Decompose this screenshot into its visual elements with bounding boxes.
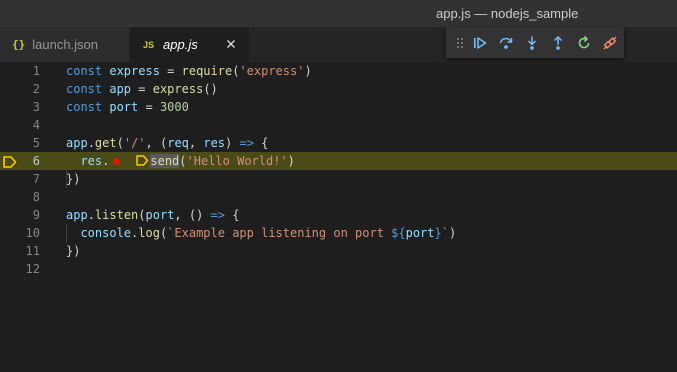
tab-label: launch.json — [32, 37, 99, 52]
current-execution-line: 6 res. send('Hello World!') — [0, 152, 677, 170]
code-line: 2 const app = express() — [0, 80, 677, 98]
json-file-icon: {} — [12, 38, 26, 51]
tab-label: app.js — [163, 37, 198, 52]
line-number: 2 — [32, 82, 40, 96]
code-text: }) — [66, 172, 81, 186]
code-line: 11 }) — [0, 242, 677, 260]
code-editor[interactable]: 1 const express = require('express') 2 c… — [0, 62, 677, 372]
step-out-icon — [553, 35, 563, 50]
code-line: 5 app.get('/', (req, res) => { — [0, 134, 677, 152]
line-number: 9 — [32, 208, 40, 222]
code-text: const port = 3000 — [66, 100, 189, 114]
continue-icon — [474, 36, 487, 49]
disconnect-button[interactable] — [597, 30, 623, 56]
code-line: 1 const express = require('express') — [0, 62, 677, 80]
continue-button[interactable] — [467, 30, 493, 56]
code-line: 10 console.log(`Example app listening on… — [0, 224, 677, 242]
step-over-button[interactable] — [493, 30, 519, 56]
code-text: const express = require('express') — [66, 64, 312, 78]
debug-toolbar — [446, 27, 624, 58]
code-text: console.log(`Example app listening on po… — [80, 226, 457, 240]
line-number: 8 — [32, 190, 40, 204]
code-line: 3 const port = 3000 — [0, 98, 677, 116]
line-number: 4 — [32, 118, 40, 132]
tab-app-js[interactable]: JS app.js — [130, 27, 249, 62]
line-number: 6 — [32, 154, 40, 168]
line-number: 3 — [32, 100, 40, 114]
close-icon[interactable] — [223, 36, 239, 52]
code-line: 9 app.listen(port, () => { — [0, 206, 677, 224]
title-bar: app.js — nodejs_sample — [0, 0, 677, 27]
current-stack-frame-icon[interactable] — [3, 155, 17, 168]
code-text: app.listen(port, () => { — [66, 208, 240, 222]
code-line: 7 }) — [0, 170, 677, 188]
line-number: 12 — [25, 262, 40, 276]
line-number: 1 — [32, 64, 40, 78]
code-text: const app = express() — [66, 82, 218, 96]
step-out-button[interactable] — [545, 30, 571, 56]
code-text: res. send('Hello World!') — [80, 153, 295, 168]
code-line: 4 — [0, 116, 677, 134]
code-line: 8 — [0, 188, 677, 206]
step-into-icon — [527, 36, 537, 50]
drag-handle-icon[interactable] — [453, 37, 467, 49]
restart-icon — [578, 35, 590, 48]
inline-stop-location-icon — [136, 153, 149, 166]
line-number: 11 — [25, 244, 40, 258]
restart-button[interactable] — [571, 30, 597, 56]
code-text: app.get('/', (req, res) => { — [66, 136, 269, 150]
line-number: 10 — [25, 226, 40, 240]
code-text: }) — [66, 244, 81, 258]
tab-launch-json[interactable]: {} launch.json — [0, 27, 130, 62]
inline-breakpoint-icon[interactable] — [113, 158, 121, 165]
js-file-icon: JS — [143, 39, 155, 50]
code-line: 12 — [0, 260, 677, 278]
window-title: app.js — nodejs_sample — [436, 6, 579, 21]
disconnect-icon — [603, 35, 617, 50]
step-over-icon — [499, 37, 513, 49]
line-number: 7 — [32, 172, 40, 186]
line-number: 5 — [32, 136, 40, 150]
step-into-button[interactable] — [519, 30, 545, 56]
